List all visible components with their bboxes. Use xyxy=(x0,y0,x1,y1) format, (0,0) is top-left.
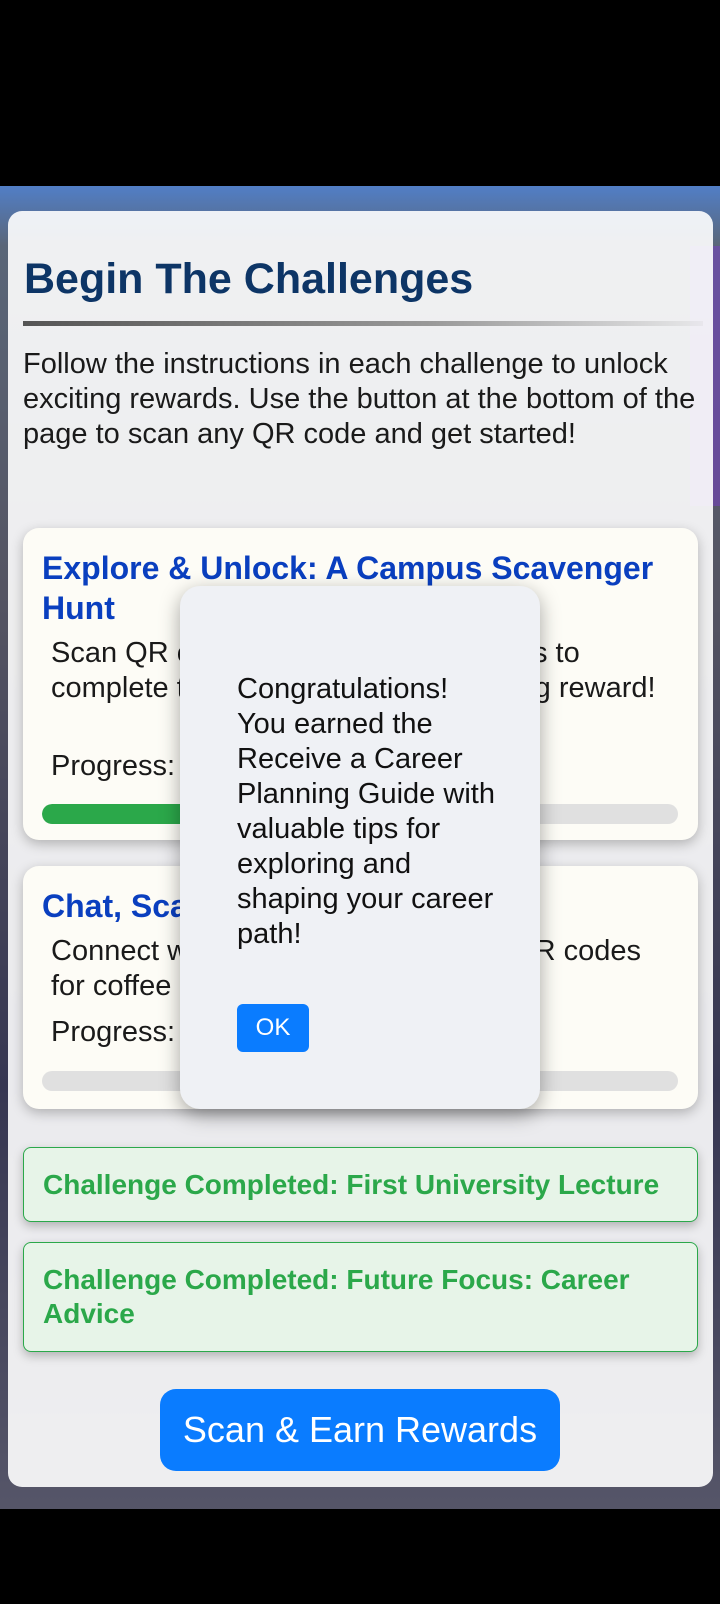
progress-fill xyxy=(42,804,201,824)
scan-earn-rewards-button[interactable]: Scan & Earn Rewards xyxy=(160,1389,560,1471)
intro-text: Follow the instructions in each challeng… xyxy=(23,348,696,450)
page-title: Begin The Challenges xyxy=(24,255,474,303)
completed-text: Challenge Completed: First University Le… xyxy=(43,1169,660,1200)
status-bar xyxy=(0,0,720,186)
completed-challenge: Challenge Completed: Future Focus: Caree… xyxy=(23,1242,698,1352)
title-divider xyxy=(23,321,703,326)
progress-label: Progress: xyxy=(51,750,176,782)
ok-button[interactable]: OK xyxy=(237,1004,309,1052)
reward-dialog: Congratulations! You earned the Receive … xyxy=(180,586,540,1109)
progress-label: Progress: xyxy=(51,1016,176,1048)
completed-challenge: Challenge Completed: First University Le… xyxy=(23,1147,698,1222)
reward-message: Congratulations! You earned the Receive … xyxy=(237,673,495,950)
navigation-bar xyxy=(0,1509,720,1604)
completed-text: Challenge Completed: Future Focus: Caree… xyxy=(43,1264,630,1329)
